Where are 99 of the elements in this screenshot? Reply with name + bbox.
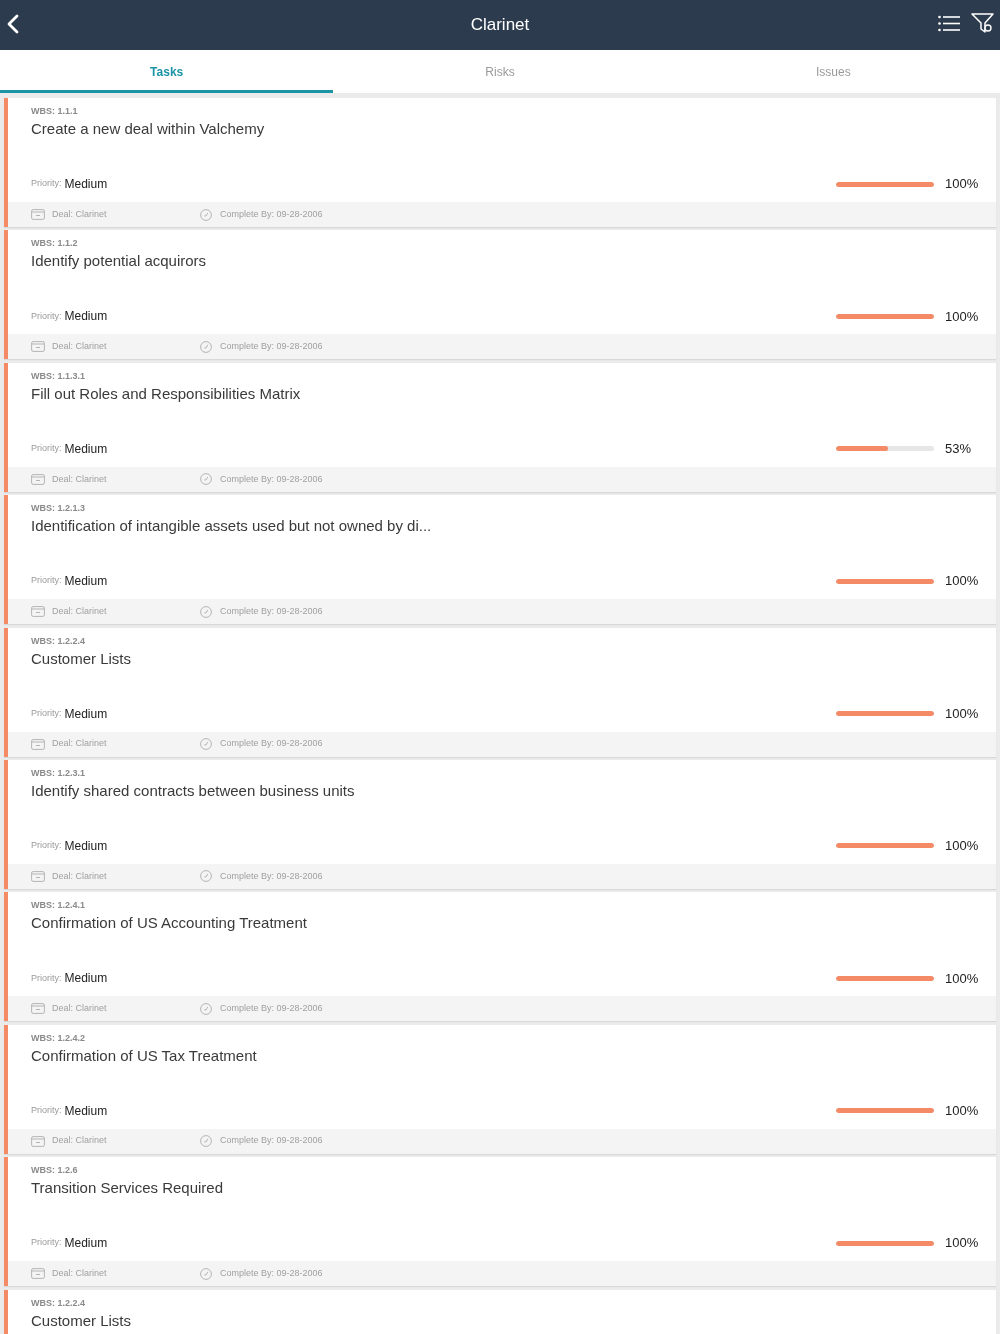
priority-value: Medium [64,837,108,855]
task-card[interactable]: WBS: 1.1.3.1 Fill out Roles and Responsibilities Matrix Priority: Medium 53% Deal: Clarinet Complete By: 09-28-2006 [4,362,996,492]
progress-percent: 100% [945,175,980,194]
deal-label: Deal: Clarinet [52,1002,107,1016]
calendar-icon [31,341,45,353]
check-circle-icon [200,870,212,883]
priority-value: Medium [64,970,108,988]
deal-label: Deal: Clarinet [52,207,107,221]
task-title: Transition Services Required [31,1178,225,1199]
deal-label: Deal: Clarinet [52,340,107,354]
wbs-label: WBS: 1.2.2.4 [31,1297,87,1308]
priority-value: Medium [64,573,108,591]
calendar-icon [31,473,45,485]
task-title: Confirmation of US Accounting Treatment [31,913,308,934]
deal-label: Deal: Clarinet [52,869,107,883]
back-button[interactable] [6,13,20,35]
calendar-icon [31,1268,45,1280]
task-title: Create a new deal within Valchemy [31,119,266,139]
page-title: Clarinet [470,15,530,35]
calendar-icon [31,606,45,618]
check-circle-icon [200,473,212,486]
check-circle-icon [200,1002,212,1015]
due-date: Complete By: 09-28-2006 [220,472,323,486]
task-card[interactable]: WBS: 1.2.2.4 Customer Lists Priority: Medium 100% Deal: Clarinet Complete By: 09-28-2006 [4,627,996,757]
wbs-label: WBS: 1.1.3.1 [31,370,87,381]
task-card[interactable]: WBS: 1.2.3.1 Identify shared contracts between business units Priority: Medium 100% Deal: Clarinet Complete By: 09-28-2006 [4,759,996,889]
priority-value: Medium [64,1102,108,1120]
deal-label: Deal: Clarinet [52,737,107,751]
task-title: Identification of intangible assets used but not owned by di... [31,516,433,537]
progress-percent: 100% [945,572,980,591]
wbs-label: WBS: 1.2.6 [31,1165,79,1176]
calendar-icon [31,1003,45,1015]
priority-label: Priority: [31,442,62,456]
task-title: Identify potential acquirors [31,251,208,272]
priority-value: Medium [64,176,108,193]
task-card[interactable]: WBS: 1.2.2.4 Customer Lists [4,1289,996,1334]
back-chevron-icon [7,14,19,34]
calendar-icon [31,870,45,882]
progress-percent: 100% [945,704,980,723]
calendar-icon [31,738,45,750]
progress-percent: 100% [945,969,980,988]
due-date: Complete By: 09-28-2006 [220,1134,323,1148]
deal-label: Deal: Clarinet [52,1134,107,1148]
due-date: Complete By: 09-28-2006 [220,1266,323,1280]
tab[interactable]: Tasks [0,50,334,93]
task-title: Identify shared contracts between business units [31,780,356,801]
due-date: Complete By: 09-28-2006 [220,1002,323,1016]
deal-label: Deal: Clarinet [52,604,107,618]
task-title: Customer Lists [31,648,133,669]
check-circle-icon [200,340,212,353]
check-circle-icon [200,738,212,751]
wbs-label: WBS: 1.2.4.1 [31,900,87,911]
priority-label: Priority: [31,309,62,323]
priority-value: Medium [64,440,108,458]
due-date: Complete By: 09-28-2006 [220,340,323,354]
check-circle-icon [200,208,212,221]
task-card[interactable]: WBS: 1.2.4.1 Confirmation of US Accounting Treatment Priority: Medium 100% Deal: Clarinet Complete By: 09-28-2006 [4,892,996,1022]
wbs-label: WBS: 1.1.1 [31,106,79,116]
check-circle-icon [200,1267,212,1280]
priority-label: Priority: [31,1104,62,1117]
task-card[interactable]: WBS: 1.2.1.3 Identification of intangible assets used but not owned by di... Priority: Medium 100% Deal: Clarinet Complete By: 09-28-2006 [4,495,996,625]
wbs-label: WBS: 1.2.3.1 [31,767,87,778]
task-title: Fill out Roles and Responsibilities Matrix [31,383,302,404]
wbs-label: WBS: 1.2.2.4 [31,635,87,646]
wbs-label: WBS: 1.1.2 [31,238,79,249]
priority-label: Priority: [31,177,62,191]
task-card[interactable]: WBS: 1.2.4.2 Confirmation of US Tax Treatment Priority: Medium 100% Deal: Clarinet Complete By: 09-28-2006 [4,1024,996,1154]
priority-label: Priority: [31,706,62,720]
filter-icon[interactable] [971,13,994,34]
due-date: Complete By: 09-28-2006 [220,207,323,221]
progress-percent: 100% [945,837,980,856]
deal-label: Deal: Clarinet [52,1266,107,1280]
task-card[interactable]: WBS: 1.1.1 Create a new deal within Valchemy Priority: Medium 100% Deal: Clarinet Complete By: 09-28-2006 [4,98,996,227]
due-date: Complete By: 09-28-2006 [220,869,323,883]
check-circle-icon [200,605,212,618]
wbs-label: WBS: 1.2.4.2 [31,1032,87,1043]
progress-percent: 100% [945,307,980,326]
priority-value: Medium [64,1235,108,1253]
calendar-icon [31,1135,45,1147]
task-card[interactable]: WBS: 1.2.6 Transition Services Required Priority: Medium 100% Deal: Clarinet Complete By: 09-28-2006 [4,1157,996,1287]
list-icon[interactable] [938,15,960,32]
progress-percent: 100% [945,1234,980,1253]
task-title: Customer Lists [31,1310,133,1331]
deal-label: Deal: Clarinet [52,472,107,486]
progress-percent: 100% [945,1102,980,1120]
check-circle-icon [200,1135,212,1148]
priority-label: Priority: [31,839,62,853]
progress-percent: 53% [945,440,973,459]
priority-label: Priority: [31,574,62,588]
priority-value: Medium [64,308,108,326]
due-date: Complete By: 09-28-2006 [220,737,323,751]
priority-value: Medium [64,705,108,723]
calendar-icon [31,209,45,220]
wbs-label: WBS: 1.2.1.3 [31,503,87,514]
priority-label: Priority: [31,971,62,985]
task-title: Confirmation of US Tax Treatment [31,1045,258,1066]
due-date: Complete By: 09-28-2006 [220,604,323,618]
task-card[interactable]: WBS: 1.1.2 Identify potential acquirors Priority: Medium 100% Deal: Clarinet Complete By: 09-28-2006 [4,230,996,360]
priority-label: Priority: [31,1236,62,1250]
